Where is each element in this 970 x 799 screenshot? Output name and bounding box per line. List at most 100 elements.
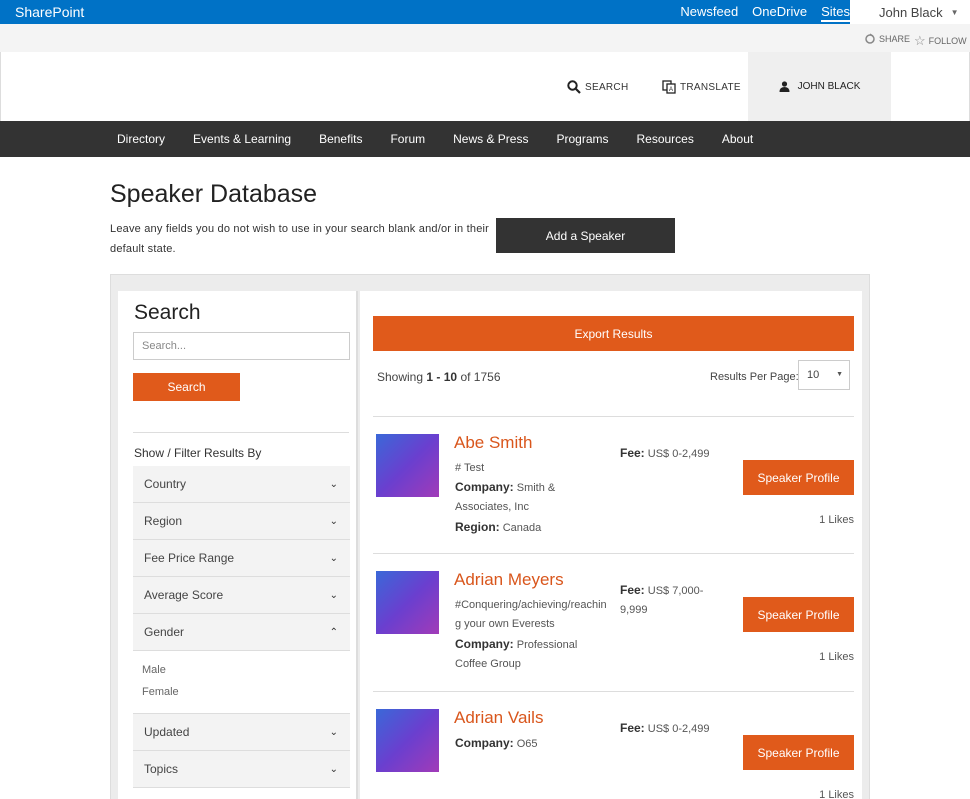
result-item: Abe Smith # Test Company: Smith & Associ… — [373, 416, 854, 553]
filter-label: Region — [144, 514, 183, 528]
svg-text:A: A — [669, 87, 673, 93]
speaker-name[interactable]: Abe Smith — [454, 433, 532, 453]
showing-label: Showing — [377, 370, 424, 384]
results-total: of 1756 — [460, 370, 501, 384]
nav-about[interactable]: About — [722, 132, 753, 146]
speaker-thumbnail[interactable] — [376, 434, 439, 497]
filter-label: Topics — [144, 762, 179, 776]
sharepoint-brand[interactable]: SharePoint — [15, 4, 84, 20]
header-user-box[interactable]: JOHN BLACK — [748, 52, 891, 121]
filter-topics[interactable]: Topics ⌄ — [133, 751, 350, 788]
search-title: Search — [134, 301, 201, 324]
follow-button[interactable]: ☆ FOLLOW — [914, 33, 967, 49]
speaker-company: Company: Smith & Associates, Inc — [455, 478, 610, 517]
speaker-tag: # Test — [455, 462, 485, 474]
speaker-region: Region: Canada — [455, 518, 610, 538]
export-results-button[interactable]: Export Results — [373, 316, 854, 351]
star-icon: ☆ — [914, 33, 926, 48]
chevron-down-icon: ⌄ — [329, 763, 338, 775]
company-label: Company: — [455, 736, 514, 750]
caret-down-icon: ▼ — [950, 7, 959, 17]
fee-label: Fee: — [620, 721, 645, 735]
region-value: Canada — [502, 522, 542, 534]
filter-label: Gender — [144, 625, 185, 639]
filter-country[interactable]: Country ⌄ — [133, 466, 350, 503]
gender-option-male[interactable]: Male — [142, 659, 350, 681]
chevron-down-icon: ⌄ — [329, 515, 338, 527]
nav-news-press[interactable]: News & Press — [453, 132, 528, 146]
header-search-link[interactable]: SEARCH — [567, 80, 628, 94]
likes-count: 1 Likes — [819, 651, 854, 663]
filter-label: Average Score — [144, 588, 224, 602]
results-panel: Export Results Showing 1 - 10 of 1756 Re… — [360, 291, 862, 799]
main-nav: Directory Events & Learning Benefits For… — [0, 121, 970, 157]
filter-label: Fee Price Range — [144, 551, 235, 565]
speaker-profile-button[interactable]: Speaker Profile — [743, 597, 854, 632]
share-follow-bar: SHARE ☆ FOLLOW — [0, 24, 970, 52]
user-icon — [779, 81, 790, 92]
range-end: 10 — [443, 370, 458, 384]
results-count: Showing 1 - 10 of 1756 — [377, 370, 501, 384]
header-translate-label: TRANSLATE — [680, 81, 741, 93]
gender-options: Male Female — [133, 651, 350, 714]
header-user-name: JOHN BLACK — [797, 81, 861, 92]
likes-count: 1 Likes — [819, 514, 854, 526]
range-sep: - — [436, 370, 441, 384]
speaker-thumbnail[interactable] — [376, 709, 439, 772]
result-item: Adrian Vails Company: O65 Fee: US$ 0-2,4… — [373, 691, 854, 799]
region-label: Region: — [455, 520, 500, 534]
results-per-page-select[interactable]: 10 ▼ — [798, 360, 850, 390]
filter-gender[interactable]: Gender ⌃ — [133, 614, 350, 651]
suite-link-sites[interactable]: Sites — [821, 4, 850, 22]
speaker-name[interactable]: Adrian Meyers — [454, 570, 564, 590]
suite-link-onedrive[interactable]: OneDrive — [752, 4, 807, 22]
fee-value: US$ 0-2,499 — [647, 723, 710, 735]
speaker-fee: Fee: US$ 0-2,499 — [620, 719, 730, 739]
speaker-fee: Fee: US$ 7,000-9,999 — [620, 581, 730, 620]
speaker-name[interactable]: Adrian Vails — [454, 708, 543, 728]
filter-label: Updated — [144, 725, 190, 739]
add-speaker-button[interactable]: Add a Speaker — [496, 218, 675, 253]
filter-label: Country — [144, 477, 187, 491]
site-header: SEARCH A TRANSLATE JOHN BLACK — [0, 52, 970, 121]
nav-forum[interactable]: Forum — [390, 132, 425, 146]
nav-programs[interactable]: Programs — [556, 132, 608, 146]
filter-region[interactable]: Region ⌄ — [133, 503, 350, 540]
speaker-profile-button[interactable]: Speaker Profile — [743, 460, 854, 495]
results-per-page-label: Results Per Page: — [710, 371, 799, 383]
range-start: 1 — [426, 370, 434, 384]
share-label: SHARE — [879, 34, 911, 44]
gender-option-female[interactable]: Female — [142, 681, 350, 703]
search-input[interactable] — [133, 332, 350, 360]
chevron-down-icon: ⌄ — [329, 589, 338, 601]
header-translate-link[interactable]: A TRANSLATE — [662, 80, 741, 94]
nav-resources[interactable]: Resources — [636, 132, 693, 146]
results-per-page-value: 10 — [807, 369, 820, 381]
filter-fee-price-range[interactable]: Fee Price Range ⌄ — [133, 540, 350, 577]
filter-heading: Show / Filter Results By — [134, 446, 262, 460]
speaker-fee: Fee: US$ 0-2,499 — [620, 444, 730, 464]
filter-updated[interactable]: Updated ⌄ — [133, 714, 350, 751]
company-label: Company: — [455, 637, 514, 651]
nav-directory[interactable]: Directory — [117, 132, 165, 146]
fee-label: Fee: — [620, 583, 645, 597]
nav-benefits[interactable]: Benefits — [319, 132, 362, 146]
suite-link-newsfeed[interactable]: Newsfeed — [680, 4, 738, 22]
nav-events-learning[interactable]: Events & Learning — [193, 132, 291, 146]
follow-label: FOLLOW — [928, 36, 967, 46]
result-item: Adrian Meyers #Conquering/achieving/reac… — [373, 553, 854, 690]
translate-icon: A — [662, 80, 676, 94]
share-button[interactable]: SHARE — [864, 33, 910, 45]
fee-value: US$ 0-2,499 — [647, 448, 710, 460]
company-label: Company: — [455, 480, 514, 494]
suite-user-menu[interactable]: John Black ▼ — [850, 0, 970, 24]
speaker-profile-button[interactable]: Speaker Profile — [743, 735, 854, 770]
speaker-tag: #Conquering/achieving/reaching your own … — [455, 599, 607, 630]
page-title: Speaker Database — [110, 180, 318, 208]
chevron-down-icon: ⌄ — [329, 552, 338, 564]
speaker-thumbnail[interactable] — [376, 571, 439, 634]
fee-label: Fee: — [620, 446, 645, 460]
search-button[interactable]: Search — [133, 373, 240, 401]
caret-down-icon: ▼ — [836, 371, 843, 378]
filter-average-score[interactable]: Average Score ⌄ — [133, 577, 350, 614]
